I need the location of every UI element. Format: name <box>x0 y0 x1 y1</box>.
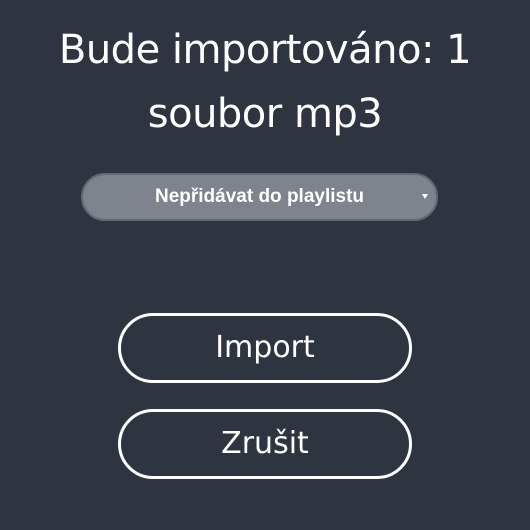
playlist-select-value: Nepřidávat do playlistu <box>154 186 365 207</box>
import-summary-title: Bude importováno: 1 soubor mp3 <box>0 18 530 146</box>
playlist-select[interactable]: Nepřidávat do playlistu <box>81 173 438 221</box>
title-line-2: soubor mp3 <box>147 91 383 137</box>
cancel-button[interactable]: Zrušit <box>118 409 412 479</box>
import-dialog: Bude importováno: 1 soubor mp3 Nepřidáva… <box>0 0 530 530</box>
import-button[interactable]: Import <box>118 313 412 383</box>
title-line-1: Bude importováno: 1 <box>58 27 472 73</box>
dropdown-arrow-icon <box>422 194 428 199</box>
